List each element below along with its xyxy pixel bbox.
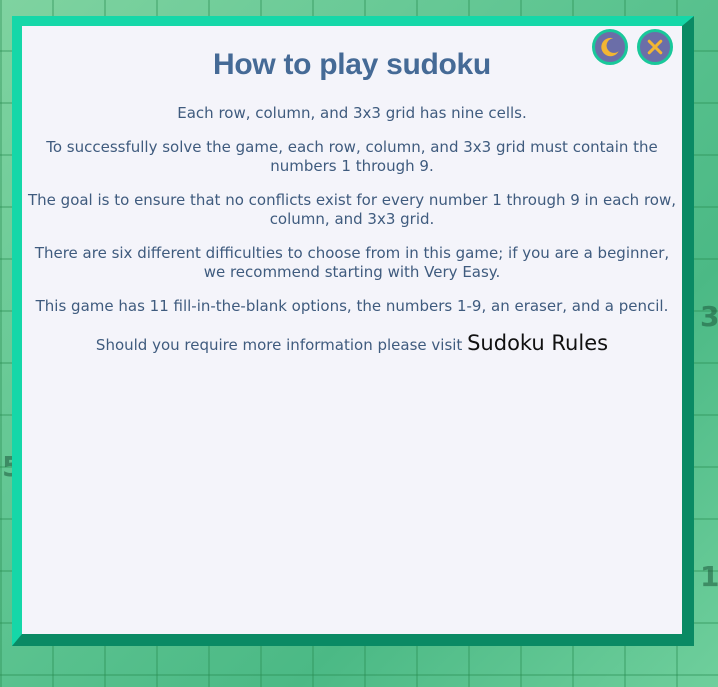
sudoku-rules-link[interactable]: Sudoku Rules xyxy=(467,331,608,355)
how-to-play-modal: How to play sudoku Each row, column, and… xyxy=(22,26,682,634)
rule-paragraph: There are six different difficulties to … xyxy=(34,244,670,281)
moon-icon xyxy=(601,37,619,57)
close-button[interactable] xyxy=(637,29,673,65)
rule-paragraph: The goal is to ensure that no conflicts … xyxy=(28,191,676,228)
more-info-text: Should you require more information plea… xyxy=(95,336,463,354)
rule-paragraph: To successfully solve the game, each row… xyxy=(46,138,658,175)
background-digit: 3 xyxy=(700,300,718,333)
rule-paragraph: This game has 11 fill-in-the-blank optio… xyxy=(35,297,669,315)
background-digit: 1 xyxy=(700,560,718,593)
rule-paragraph: Each row, column, and 3x3 grid has nine … xyxy=(177,104,527,122)
close-icon xyxy=(647,39,663,55)
more-info-line: Should you require more information plea… xyxy=(22,331,682,355)
modal-title: How to play sudoku xyxy=(213,48,491,81)
theme-toggle-button[interactable] xyxy=(592,29,628,65)
